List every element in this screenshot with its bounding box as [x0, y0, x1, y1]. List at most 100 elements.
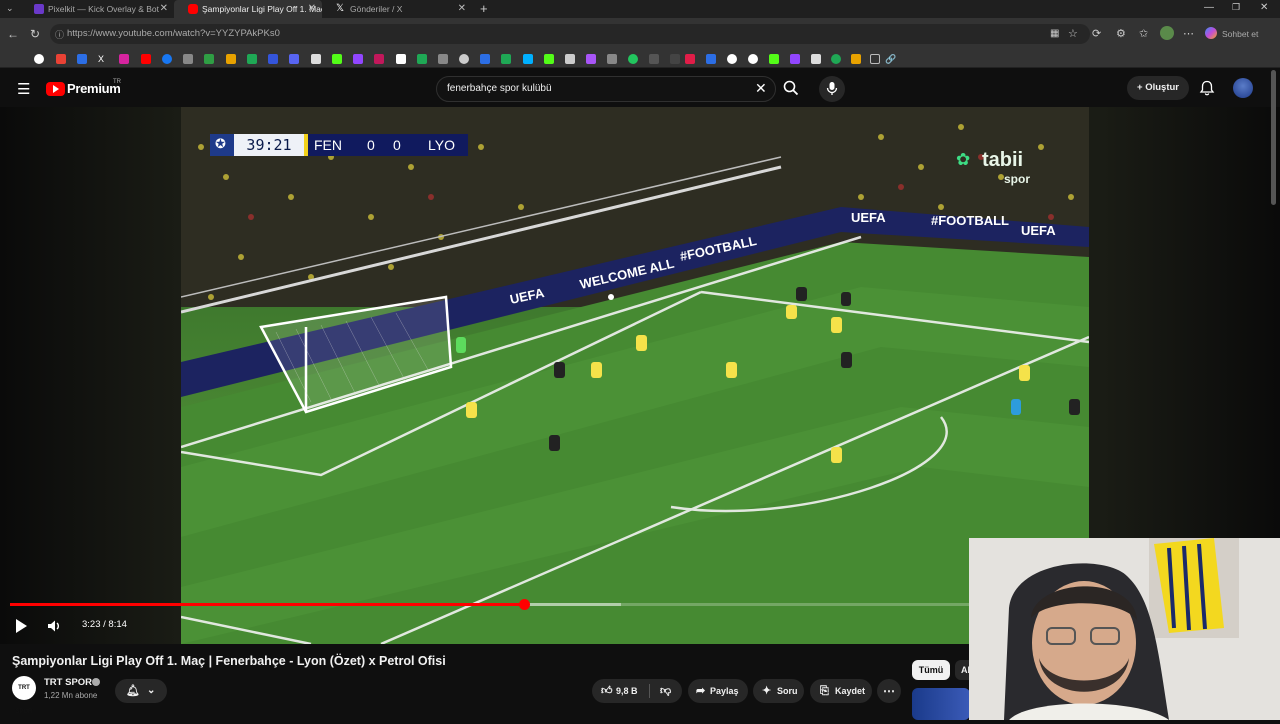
close-icon[interactable]: ✕ [458, 0, 466, 18]
bookmark-icon[interactable] [417, 54, 427, 64]
tab-pixelkit[interactable]: Pixelkit — Kick Overlay & Bot ✕ [20, 0, 174, 18]
notifications-bell-icon[interactable] [1199, 80, 1215, 96]
reload-icon[interactable]: ↻ [30, 27, 40, 41]
bookmark-icon[interactable] [523, 54, 533, 64]
create-button[interactable]: + Oluştur [1127, 76, 1189, 100]
divider [649, 684, 650, 698]
play-icon[interactable] [16, 619, 27, 633]
google-bookmark-icon[interactable] [748, 54, 758, 64]
webcam-overlay [969, 538, 1280, 720]
bookmark-icon[interactable] [438, 54, 448, 64]
bookmark-icon[interactable] [544, 54, 554, 64]
ad-board-text: UEFA [851, 210, 886, 225]
bookmark-icon[interactable] [607, 54, 617, 64]
gmail-bookmark-icon[interactable] [56, 54, 66, 64]
folder-icon[interactable] [870, 54, 880, 64]
bookmark-icon[interactable] [226, 54, 236, 64]
extensions-icon[interactable]: ⚙ [1116, 27, 1126, 40]
kick-bookmark-icon[interactable] [769, 54, 779, 64]
minimize-icon[interactable]: — [1204, 2, 1214, 13]
logo-country-badge: TR [113, 79, 121, 85]
ask-button[interactable]: ✦ Soru [753, 679, 804, 703]
bookmark-star-icon[interactable]: ☆ [1068, 27, 1078, 40]
bookmark-icon[interactable] [685, 54, 695, 64]
sync-icon[interactable]: ⟳ [1092, 27, 1101, 40]
bookmarks-bar: X 🔗 [0, 50, 1280, 68]
bookmark-icon[interactable] [670, 54, 680, 64]
instagram-bookmark-icon[interactable] [119, 54, 129, 64]
progress-scrubber-handle[interactable] [518, 599, 530, 610]
more-actions-button[interactable]: ⋯ [877, 679, 901, 703]
like-button[interactable]: 👍︎ 9,8 B [592, 679, 648, 703]
favorites-icon[interactable]: ✩ [1139, 27, 1148, 40]
kick-bookmark-icon[interactable] [332, 54, 342, 64]
page-scrollbar[interactable] [1271, 70, 1276, 205]
bookmark-icon[interactable] [459, 54, 469, 64]
bookmark-icon[interactable] [268, 54, 278, 64]
twitch-bookmark-icon[interactable] [790, 54, 800, 64]
dislike-button[interactable]: 👎︎ [652, 679, 682, 703]
pixelkit-favicon-icon [34, 4, 44, 14]
maximize-icon[interactable]: ❐ [1232, 2, 1240, 13]
tab-x[interactable]: 𝕏 Gönderiler / X ✕ [322, 0, 472, 18]
channel-avatar[interactable]: TRT SPOR [12, 676, 36, 715]
bookmark-icon[interactable] [77, 54, 87, 64]
share-button[interactable]: ➦ Paylaş [688, 679, 748, 703]
bookmark-icon[interactable] [374, 54, 384, 64]
link-icon[interactable]: 🔗 [885, 54, 896, 64]
tab-youtube[interactable]: Şampiyonlar Ligi Play Off 1. Maç | ✕ [174, 0, 322, 18]
recommended-video-thumbnail[interactable] [912, 688, 970, 720]
bookmark-icon[interactable] [204, 54, 214, 64]
video-frame[interactable]: WELCOME ALL #FOOTBALL UEFA #FOOTBALL UEF… [181, 107, 1089, 644]
bookmark-icon[interactable] [565, 54, 575, 64]
bookmark-icon[interactable] [480, 54, 490, 64]
bookmark-icon[interactable] [501, 54, 511, 64]
bookmark-icon[interactable] [247, 54, 257, 64]
close-icon[interactable]: ✕ [308, 0, 316, 18]
bookmark-icon[interactable] [289, 54, 299, 64]
bookmark-icon[interactable] [311, 54, 321, 64]
youtube-bookmark-icon[interactable] [141, 54, 151, 64]
bookmark-icon[interactable] [628, 54, 638, 64]
bookmark-icon[interactable] [811, 54, 821, 64]
tab-menu-icon[interactable]: ⌄ [6, 3, 14, 14]
sohbet-button[interactable]: Sohbet et [1222, 29, 1258, 39]
clear-search-icon[interactable]: ✕ [755, 80, 767, 97]
x-bookmark-icon[interactable]: X [98, 54, 108, 64]
twitch-bookmark-icon[interactable] [353, 54, 363, 64]
close-icon[interactable]: ✕ [160, 0, 168, 18]
bookmark-icon[interactable] [649, 54, 659, 64]
subscription-bell-button[interactable]: 🔔︎ ⌄ [115, 679, 167, 703]
tab-title: Gönderiler / X [350, 4, 403, 14]
google-bookmark-icon[interactable] [34, 54, 44, 64]
account-avatar[interactable] [1233, 78, 1253, 98]
bookmark-icon[interactable] [183, 54, 193, 64]
bookmark-icon[interactable] [586, 54, 596, 64]
filter-chip-all[interactable]: Tümü [912, 660, 950, 680]
profile-avatar[interactable] [1160, 26, 1174, 40]
window-close-icon[interactable]: ✕ [1260, 2, 1268, 13]
voice-search-button[interactable] [819, 76, 845, 102]
youtube-logo-icon[interactable] [46, 82, 65, 96]
home-score: 0 [367, 137, 375, 153]
save-button[interactable]: ⎘ Kaydet [810, 679, 872, 703]
more-menu-icon[interactable]: ⋯ [1183, 27, 1194, 40]
more-horizontal-icon: ⋯ [883, 684, 895, 698]
volume-icon[interactable] [46, 618, 62, 634]
hamburger-menu-icon[interactable]: ☰ [17, 80, 30, 98]
facebook-bookmark-icon[interactable] [162, 54, 172, 64]
site-info-icon[interactable]: ⓘ [55, 28, 64, 41]
bookmark-icon[interactable] [831, 54, 841, 64]
bookmark-icon[interactable] [706, 54, 716, 64]
time-display: 3:23 / 8:14 [82, 619, 127, 630]
back-icon[interactable]: ← [7, 27, 19, 41]
search-icon[interactable] [783, 80, 799, 96]
channel-name[interactable]: TRT SPOR [44, 677, 92, 688]
translate-icon[interactable]: ▦ [1050, 28, 1059, 39]
google-bookmark-icon[interactable] [727, 54, 737, 64]
thumbs-down-icon: 👎︎ [660, 685, 672, 697]
away-score: 0 [393, 137, 401, 153]
bookmark-icon[interactable] [851, 54, 861, 64]
new-tab-icon[interactable]: + [480, 1, 488, 16]
bookmark-icon[interactable] [396, 54, 406, 64]
